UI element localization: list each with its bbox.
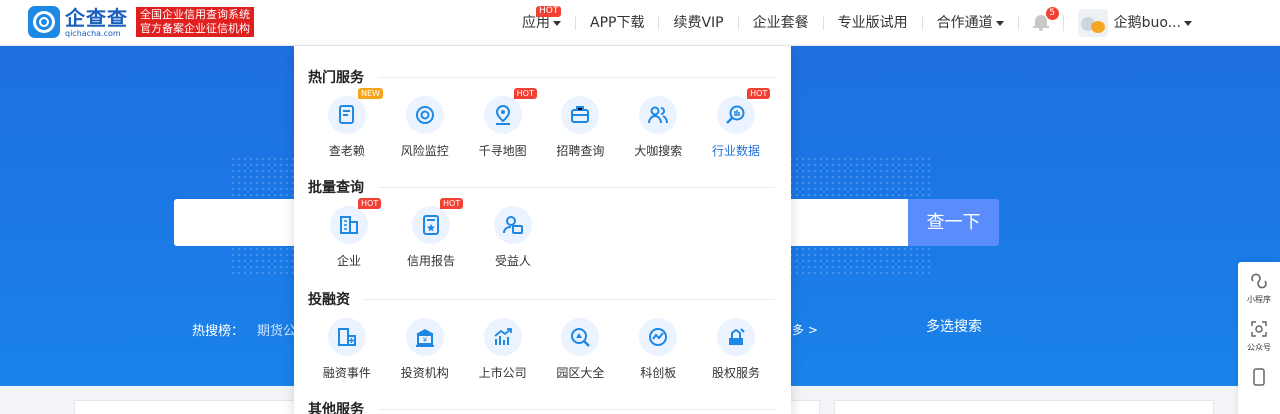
new-badge: NEW xyxy=(358,88,383,99)
menu-item-park[interactable]: 园区大全 xyxy=(541,318,619,381)
multi-search-link[interactable]: 多选搜索 xyxy=(926,316,982,336)
financing-icon xyxy=(327,318,366,356)
nav-app-download[interactable]: APP下载 xyxy=(576,16,660,30)
risk-monitor-icon xyxy=(405,96,444,134)
section-title: 投融资 xyxy=(308,292,350,308)
section-investment: 投融资 融资事件 ¥ 投资机构 上市公司 园区大全 科创板 股权服务 xyxy=(308,290,775,381)
menu-item-debtor[interactable]: NEW 查老赖 xyxy=(308,88,386,159)
credit-report-icon xyxy=(412,206,450,244)
phone-icon xyxy=(1249,368,1269,386)
menu-item-investment-agency[interactable]: ¥ 投资机构 xyxy=(386,318,464,381)
svg-text:¥: ¥ xyxy=(423,336,428,344)
bell-icon: 5 xyxy=(1032,7,1059,31)
side-official-account[interactable]: 公众号 xyxy=(1238,310,1280,358)
menu-item-risk-monitor[interactable]: 风险监控 xyxy=(386,96,464,159)
logo-domain: qichacha.com xyxy=(65,28,121,38)
menu-item-equity-service[interactable]: 股权服务 xyxy=(697,318,775,381)
section-title: 其他服务 xyxy=(308,402,364,414)
menu-item-listed-company[interactable]: 上市公司 xyxy=(464,318,542,381)
section-hot-services: 热门服务 NEW 查老赖 风险监控 HOT 千寻地图 招聘查询 大咖搜索 HOT… xyxy=(308,68,775,159)
logo-icon xyxy=(28,6,60,38)
section-title: 热门服务 xyxy=(308,70,364,86)
chevron-down-icon xyxy=(995,20,1004,26)
menu-item-financing[interactable]: 融资事件 xyxy=(308,318,386,381)
section-other-services: 其他服务 xyxy=(308,400,775,414)
logo[interactable]: 企查查 qichacha.com 全国企业信用查询系统 官方备案企业征信机构 xyxy=(28,6,254,38)
hot-badge: HOT xyxy=(358,198,382,209)
hot-search-item[interactable]: 期货公 xyxy=(257,320,297,339)
menu-item-map[interactable]: HOT 千寻地图 xyxy=(464,88,542,159)
nav-apps[interactable]: 应用 HOT xyxy=(508,6,576,30)
nav-pro-trial[interactable]: 专业版试用 xyxy=(824,16,923,30)
logo-name: 企查查 xyxy=(65,5,128,30)
content-card xyxy=(834,400,1214,414)
slogan-badge: 全国企业信用查询系统 官方备案企业征信机构 xyxy=(136,7,254,37)
scan-icon xyxy=(1249,320,1269,338)
menu-item-beneficiary[interactable]: 受益人 xyxy=(472,206,554,269)
section-batch-query: 批量查询 HOT 企业 HOT 信用报告 受益人 xyxy=(308,178,775,269)
menu-item-people-search[interactable]: 大咖搜索 xyxy=(619,96,697,159)
side-mini-program[interactable]: 小程序 xyxy=(1238,262,1280,310)
building-icon xyxy=(330,206,368,244)
notification-count: 5 xyxy=(1045,7,1059,20)
hot-search-label: 热搜榜： xyxy=(192,324,245,339)
notifications[interactable]: 5 xyxy=(1019,7,1064,31)
mini-program-icon xyxy=(1249,272,1269,290)
side-toolbar: 小程序 公众号 xyxy=(1238,262,1280,414)
top-header: 企查查 qichacha.com 全国企业信用查询系统 官方备案企业征信机构 应… xyxy=(0,0,1280,46)
industry-search-icon xyxy=(717,96,756,134)
user-name: 企鹅buo... xyxy=(1113,15,1182,31)
menu-item-industry-data[interactable]: HOT 行业数据 xyxy=(697,88,775,159)
sci-tech-icon xyxy=(639,318,678,356)
hot-badge: HOT xyxy=(536,6,562,17)
search-button[interactable]: 查一下 xyxy=(908,199,999,246)
chart-up-icon xyxy=(483,318,522,356)
menu-item-enterprise[interactable]: HOT 企业 xyxy=(308,198,390,269)
people-icon xyxy=(639,96,678,134)
briefcase-icon xyxy=(561,96,600,134)
chevron-down-icon xyxy=(1184,20,1193,26)
menu-item-recruitment[interactable]: 招聘查询 xyxy=(541,96,619,159)
hot-search-more[interactable]: 多 > xyxy=(792,321,818,338)
hot-badge: HOT xyxy=(747,88,771,99)
equity-icon xyxy=(717,318,756,356)
main-nav: 应用 HOT APP下载 续费VIP 企业套餐 专业版试用 合作通道 5 企鹅b… xyxy=(508,0,1206,46)
park-search-icon xyxy=(561,318,600,356)
bank-icon: ¥ xyxy=(405,318,444,356)
apps-dropdown: 热门服务 NEW 查老赖 风险监控 HOT 千寻地图 招聘查询 大咖搜索 HOT… xyxy=(294,46,791,414)
beneficiary-icon xyxy=(494,206,532,244)
hot-badge: HOT xyxy=(513,88,537,99)
chevron-down-icon xyxy=(553,20,561,26)
nav-renew-vip[interactable]: 续费VIP xyxy=(659,16,739,30)
hot-badge: HOT xyxy=(440,198,464,209)
debtor-icon xyxy=(327,96,366,134)
nav-partner[interactable]: 合作通道 xyxy=(923,16,1019,30)
side-phone[interactable] xyxy=(1238,358,1280,406)
menu-item-sci-tech-board[interactable]: 科创板 xyxy=(619,318,697,381)
nav-enterprise-package[interactable]: 企业套餐 xyxy=(739,16,824,30)
menu-item-credit-report[interactable]: HOT 信用报告 xyxy=(390,198,472,269)
avatar xyxy=(1077,9,1108,37)
user-menu[interactable]: 企鹅buo... xyxy=(1064,9,1206,37)
map-pin-icon xyxy=(483,96,522,134)
section-title: 批量查询 xyxy=(308,180,364,196)
